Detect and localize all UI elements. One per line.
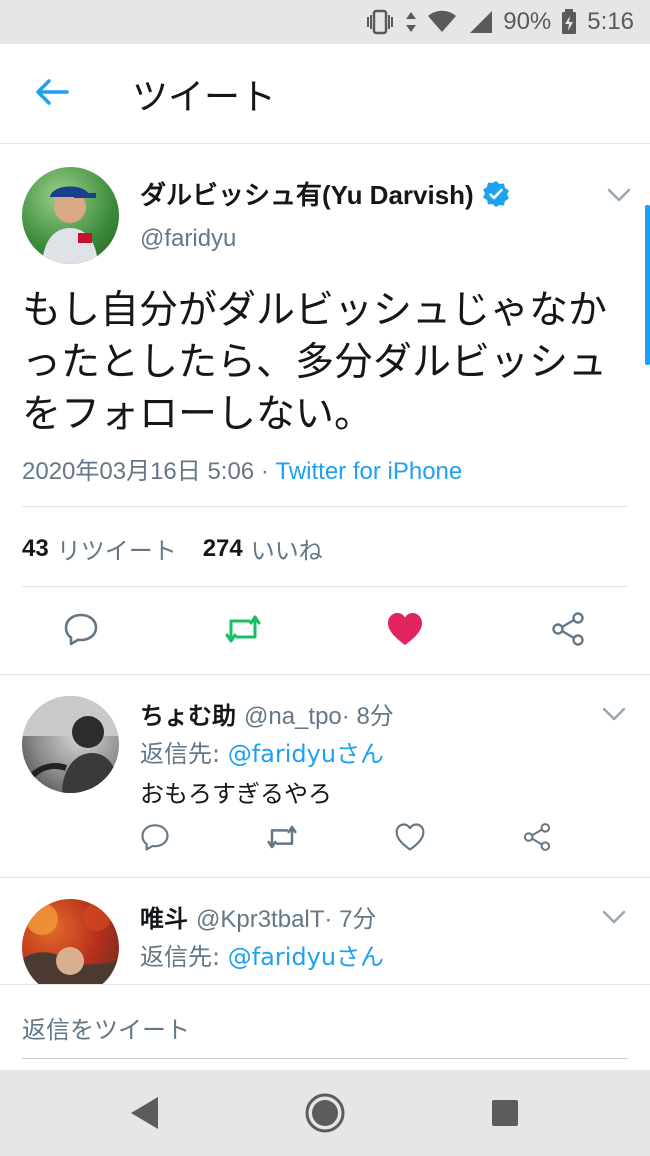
nav-back-button[interactable] bbox=[120, 1090, 170, 1140]
like-label[interactable]: いいね bbox=[251, 531, 323, 566]
display-name[interactable]: ダルビッシュ有(Yu Darvish) bbox=[140, 175, 474, 212]
mention-link[interactable]: @faridyuさん bbox=[228, 943, 384, 971]
clock: 5:16 bbox=[587, 8, 634, 35]
avatar[interactable] bbox=[22, 696, 119, 793]
divider bbox=[22, 586, 628, 587]
reply-icon bbox=[140, 822, 170, 856]
author-row: ダルビッシュ有(Yu Darvish) bbox=[140, 175, 510, 212]
status-bar: 90% 5:16 bbox=[0, 0, 650, 44]
reply-to-prefix: 返信先: bbox=[140, 943, 228, 971]
share-button[interactable] bbox=[520, 822, 554, 856]
reply-icon bbox=[63, 611, 99, 651]
nav-home-button[interactable] bbox=[300, 1090, 350, 1140]
reply-button[interactable] bbox=[61, 611, 101, 651]
tweet-stats: 43 リツイート 274 いいね bbox=[22, 531, 349, 566]
reply-header: 唯斗 @Kpr3tbalT · 7分 bbox=[140, 899, 376, 934]
avatar[interactable] bbox=[22, 899, 119, 984]
scrollbar[interactable] bbox=[645, 205, 650, 365]
reply-text: 草 bbox=[140, 977, 164, 984]
input-underline bbox=[22, 1058, 628, 1059]
reply-to-line: 返信先: @faridyuさん bbox=[140, 734, 384, 769]
back-button[interactable] bbox=[22, 64, 82, 124]
page-title: ツイート bbox=[132, 76, 277, 118]
reply-to-prefix: 返信先: bbox=[140, 740, 228, 768]
divider bbox=[22, 506, 628, 507]
like-button[interactable] bbox=[385, 611, 425, 651]
retweet-label[interactable]: リツイート bbox=[57, 531, 177, 566]
mention-link[interactable]: @faridyuさん bbox=[228, 740, 384, 768]
square-recents-icon bbox=[490, 1098, 520, 1132]
reply-header: ちょむ助 @na_tpo · 8分 bbox=[140, 696, 394, 731]
vibrate-icon bbox=[365, 9, 395, 35]
tweet-text: もし自分がダルビッシュじゃなかったとしたら、多分ダルビッシュをフォローしない。 bbox=[22, 288, 608, 437]
arrow-left-icon bbox=[35, 78, 69, 110]
system-nav-bar bbox=[0, 1070, 650, 1156]
tweet-meta: 2020年03月16日 5:06 · Twitter for iPhone bbox=[22, 451, 462, 486]
data-arrows-icon bbox=[405, 10, 417, 34]
retweet-count[interactable]: 43 bbox=[22, 535, 49, 563]
reply-to-line: 返信先: @faridyuさん bbox=[140, 937, 384, 972]
nav-recents-button[interactable] bbox=[480, 1090, 530, 1140]
like-button[interactable] bbox=[393, 822, 427, 856]
chevron-down-icon[interactable] bbox=[600, 704, 628, 724]
battery-percent: 90% bbox=[503, 8, 552, 35]
share-button[interactable] bbox=[548, 611, 588, 651]
cell-signal-icon bbox=[467, 10, 493, 34]
reply-text: おもろすぎるやろ bbox=[140, 780, 332, 808]
display-name[interactable]: ちょむ助 bbox=[140, 696, 236, 731]
tweet-actions bbox=[0, 607, 650, 655]
heart-icon bbox=[386, 611, 424, 651]
reply-tweet[interactable]: 唯斗 @Kpr3tbalT · 7分 返信先: @faridyuさん 草 bbox=[0, 879, 650, 985]
display-name[interactable]: 唯斗 bbox=[140, 899, 188, 934]
handle[interactable]: @na_tpo bbox=[244, 703, 342, 731]
share-icon bbox=[522, 822, 552, 856]
tweet-source-link[interactable]: Twitter for iPhone bbox=[276, 458, 463, 485]
circle-home-icon bbox=[304, 1092, 346, 1138]
like-count[interactable]: 274 bbox=[203, 535, 243, 563]
verified-badge-icon bbox=[482, 180, 510, 208]
handle[interactable]: @Kpr3tbalT bbox=[196, 906, 324, 934]
heart-outline-icon bbox=[394, 822, 426, 856]
handle[interactable]: @faridyu bbox=[140, 225, 236, 253]
main-tweet: ダルビッシュ有(Yu Darvish) @faridyu もし自分がダルビッシュ… bbox=[0, 145, 650, 675]
retweet-button[interactable] bbox=[223, 611, 263, 651]
reply-button[interactable] bbox=[138, 822, 172, 856]
meta-separator: · bbox=[254, 458, 276, 485]
app-bar: ツイート bbox=[0, 44, 650, 144]
share-icon bbox=[550, 611, 586, 651]
retweet-button[interactable] bbox=[265, 822, 299, 856]
chevron-down-icon[interactable] bbox=[600, 907, 628, 927]
reply-input[interactable]: 返信をツイート bbox=[22, 1010, 190, 1045]
reply-composer: 返信をツイート bbox=[0, 986, 650, 1070]
retweet-icon bbox=[265, 822, 299, 856]
wifi-icon bbox=[427, 10, 457, 34]
chevron-down-icon[interactable] bbox=[605, 185, 633, 205]
reply-tweet[interactable]: ちょむ助 @na_tpo · 8分 返信先: @faridyuさん おもろすぎる… bbox=[0, 676, 650, 878]
reply-time: · 8分 bbox=[341, 703, 394, 730]
triangle-back-icon bbox=[128, 1094, 162, 1136]
battery-charging-icon bbox=[561, 9, 577, 35]
timestamp: 2020年03月16日 5:06 bbox=[22, 458, 255, 485]
reply-time: · 7分 bbox=[324, 906, 377, 933]
avatar[interactable] bbox=[22, 167, 119, 264]
retweet-icon bbox=[223, 611, 263, 651]
